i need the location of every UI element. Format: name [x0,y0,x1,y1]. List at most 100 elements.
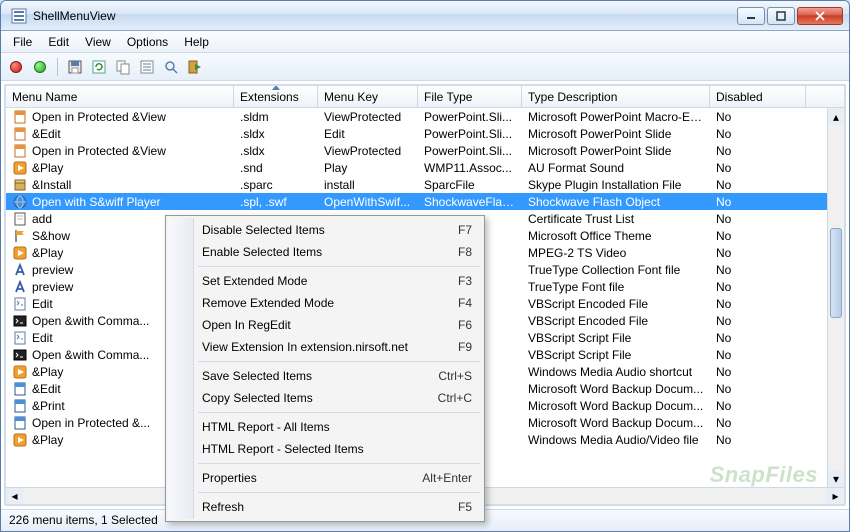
disable-button[interactable] [7,58,25,76]
row-icon [12,432,28,448]
scroll-right-arrow[interactable]: ▸ [827,488,844,505]
context-item[interactable]: View Extension In extension.nirsoft.netF… [168,336,482,358]
cell-type-description: TrueType Font file [522,280,710,294]
table-row[interactable]: &Install.sparcinstallSparcFileSkype Plug… [6,176,844,193]
column-disabled[interactable]: Disabled [710,86,806,107]
context-item[interactable]: HTML Report - All Items [168,416,482,438]
exit-button[interactable] [186,58,204,76]
column-file-type[interactable]: File Type [418,86,522,107]
find-button[interactable] [162,58,180,76]
row-icon [12,160,28,176]
cell-type-description: Windows Media Audio/Video file [522,433,710,447]
context-item[interactable]: PropertiesAlt+Enter [168,467,482,489]
cell-menu-name: Open with S&wiff Player [32,195,161,209]
cell-menu-key: Play [318,161,418,175]
context-item[interactable]: Copy Selected ItemsCtrl+C [168,387,482,409]
cell-menu-name: &Edit [32,382,61,396]
cell-menu-name: preview [32,263,73,277]
context-shortcut: Ctrl+S [438,369,472,383]
context-item[interactable]: Save Selected ItemsCtrl+S [168,365,482,387]
cell-disabled: No [710,246,806,260]
context-label: HTML Report - All Items [202,420,330,434]
scroll-left-arrow[interactable]: ◂ [6,488,23,505]
context-label: Disable Selected Items [202,223,325,237]
row-icon [12,194,28,210]
cell-disabled: No [710,229,806,243]
cell-menu-name: preview [32,280,73,294]
cell-menu-name: &Play [32,246,63,260]
context-item[interactable]: HTML Report - Selected Items [168,438,482,460]
cell-disabled: No [710,161,806,175]
cell-menu-name: &Play [32,161,63,175]
cell-disabled: No [710,280,806,294]
column-menu-key[interactable]: Menu Key [318,86,418,107]
vertical-scrollbar[interactable]: ▴ ▾ [827,108,844,487]
menu-edit[interactable]: Edit [40,33,77,51]
cell-type-description: Microsoft PowerPoint Slide [522,127,710,141]
menu-options[interactable]: Options [119,33,176,51]
context-label: HTML Report - Selected Items [202,442,364,456]
window-title: ShellMenuView [33,9,737,23]
cell-disabled: No [710,382,806,396]
menu-view[interactable]: View [77,33,119,51]
cell-type-description: TrueType Collection Font file [522,263,710,277]
context-item[interactable]: Enable Selected Items F8 [168,241,482,263]
row-icon [12,228,28,244]
enable-button[interactable] [31,58,49,76]
column-menu-name[interactable]: Menu Name [6,86,234,107]
table-row[interactable]: Open in Protected &View.sldxViewProtecte… [6,142,844,159]
cell-menu-key: OpenWithSwif... [318,195,418,209]
cell-menu-name: &Play [32,433,63,447]
cell-disabled: No [710,212,806,226]
refresh-icon [91,59,107,75]
cell-menu-name: Edit [32,331,53,345]
cell-disabled: No [710,178,806,192]
context-item[interactable]: RefreshF5 [168,496,482,518]
cell-menu-key: ViewProtected [318,110,418,124]
menu-file[interactable]: File [5,33,40,51]
table-row[interactable]: &Edit.sldxEditPowerPoint.Sli...Microsoft… [6,125,844,142]
context-item[interactable]: Disable Selected ItemsF7 [168,219,482,241]
cell-menu-key: install [318,178,418,192]
context-item[interactable]: Remove Extended ModeF4 [168,292,482,314]
table-row[interactable]: Open with S&wiff Player .spl, .swfOpenWit… [6,193,844,210]
properties-button[interactable] [138,58,156,76]
cell-extensions: .spl, .swf [234,195,318,209]
maximize-button[interactable] [767,7,795,25]
column-type-description[interactable]: Type Description [522,86,710,107]
row-icon [12,279,28,295]
cell-disabled: No [710,314,806,328]
find-icon [163,59,179,75]
context-shortcut: F5 [458,500,472,514]
close-button[interactable] [797,7,843,25]
copy-button[interactable] [114,58,132,76]
cell-type-description: VBScript Encoded File [522,297,710,311]
refresh-button[interactable] [90,58,108,76]
context-item[interactable]: Open In RegEditF6 [168,314,482,336]
row-icon [12,109,28,125]
toolbar-separator [57,58,58,76]
column-extensions[interactable]: Extensions [234,86,318,107]
context-item[interactable]: Set Extended ModeF3 [168,270,482,292]
scroll-up-arrow[interactable]: ▴ [828,108,844,125]
titlebar[interactable]: ShellMenuView [1,1,849,31]
minimize-button[interactable] [737,7,765,25]
context-separator [198,266,480,267]
scroll-down-arrow[interactable]: ▾ [828,470,844,487]
cell-menu-key: ViewProtected [318,144,418,158]
context-shortcut: F8 [458,245,472,259]
cell-menu-name: Open in Protected &View [32,110,166,124]
scroll-thumb[interactable] [830,228,842,318]
table-row[interactable]: &Play.sndPlayWMP11.Assoc...AU Format Sou… [6,159,844,176]
cell-menu-name: Open in Protected &... [32,416,150,430]
cell-file-type: SparcFile [418,178,522,192]
cell-file-type: PowerPoint.Sli... [418,127,522,141]
row-icon [12,245,28,261]
cell-type-description: Microsoft Office Theme [522,229,710,243]
save-button[interactable] [66,58,84,76]
context-label: Enable Selected Items [202,245,322,259]
menu-help[interactable]: Help [176,33,217,51]
table-row[interactable]: Open in Protected &View.sldmViewProtecte… [6,108,844,125]
row-icon [12,177,28,193]
cell-disabled: No [710,433,806,447]
